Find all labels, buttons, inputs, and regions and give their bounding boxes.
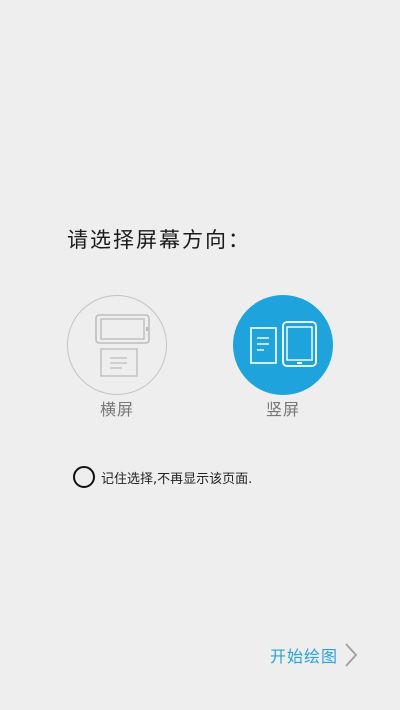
remember-radio-button[interactable] xyxy=(73,466,95,488)
portrait-orientation-icon xyxy=(250,321,317,367)
remember-choice-toggle[interactable]: 记住选择,不再显示该页面. xyxy=(73,466,252,488)
orientation-prompt: 请选择屏幕方向： xyxy=(67,228,251,252)
landscape-orientation-icon xyxy=(95,314,150,377)
start-drawing-button[interactable]: 开始绘图 xyxy=(270,643,358,667)
landscape-circle[interactable] xyxy=(67,295,167,395)
portrait-option[interactable]: 竖屏 xyxy=(233,295,333,420)
portrait-label: 竖屏 xyxy=(265,400,300,419)
start-drawing-label: 开始绘图 xyxy=(269,647,338,666)
remember-choice-label: 记住选择,不再显示该页面. xyxy=(101,471,253,487)
landscape-option[interactable]: 横屏 xyxy=(67,295,167,420)
chevron-right-icon xyxy=(345,643,358,667)
portrait-circle[interactable] xyxy=(233,295,333,395)
landscape-label: 横屏 xyxy=(99,400,134,419)
